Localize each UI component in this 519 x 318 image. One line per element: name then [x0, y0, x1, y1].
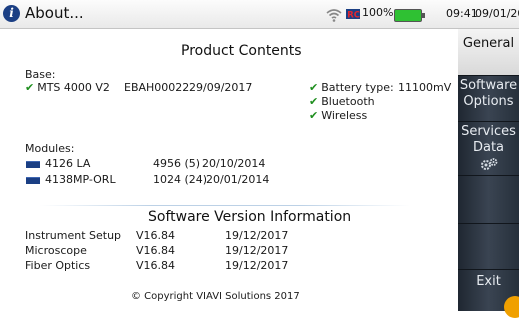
base-date: 29/09/2017	[189, 81, 253, 94]
services-data-label-line1: Services	[461, 124, 516, 139]
feature-wireless: ✔ Wireless	[309, 109, 368, 122]
section-divider	[40, 205, 410, 206]
software-date: 19/12/2017	[225, 259, 289, 272]
base-serial: EBAH00022	[124, 81, 190, 94]
empty-menu-slot	[458, 224, 519, 270]
feature-bluetooth: ✔ Bluetooth	[309, 95, 375, 108]
module-code: 1024 (24)	[153, 173, 208, 186]
software-name: Instrument Setup	[25, 229, 122, 242]
module-name: 4126 LA	[45, 157, 91, 170]
software-date: 19/12/2017	[225, 229, 289, 242]
exit-label: Exit	[476, 274, 501, 289]
clock-time: 09:41	[446, 7, 478, 20]
battery-icon	[394, 9, 425, 22]
software-options-label-line2: Options	[463, 94, 514, 109]
software-version-heading: Software Version Information	[148, 209, 352, 225]
software-version: V16.84	[136, 259, 176, 272]
svg-text:RC: RC	[347, 11, 360, 21]
product-contents-heading: Product Contents	[181, 43, 302, 59]
software-version: V16.84	[136, 229, 176, 242]
software-options-button[interactable]: Software Options	[458, 76, 519, 122]
module-icon	[26, 177, 40, 184]
exit-accent-icon	[504, 296, 519, 318]
software-name: Fiber Optics	[25, 259, 91, 272]
services-data-button[interactable]: Services Data	[458, 122, 519, 176]
general-button[interactable]: General	[458, 29, 519, 76]
gears-icon	[480, 158, 497, 170]
about-content: Product Contents Base: ✔ MTS 4000 V2 EBAH…	[0, 29, 458, 311]
title-bar: i About... RC 100% 09:41 09/01/2018	[0, 0, 519, 29]
modules-label: Modules:	[25, 142, 75, 155]
check-icon: ✔	[309, 109, 319, 122]
module-name: 4138MP-ORL	[45, 173, 116, 186]
battery-type-value: 11100mV	[398, 81, 452, 94]
software-version: V16.84	[136, 244, 176, 257]
side-menu: General Software Options Services Data E…	[458, 29, 519, 311]
software-options-label-line1: Software	[459, 78, 518, 93]
copyright-text: © Copyright VIAVI Solutions 2017	[131, 291, 300, 302]
check-icon: ✔	[309, 81, 319, 94]
info-icon: i	[3, 5, 20, 22]
module-date: 20/01/2014	[206, 173, 270, 186]
software-name: Microscope	[25, 244, 87, 257]
empty-menu-slot	[458, 176, 519, 224]
feature-battery-type: ✔ Battery type:	[309, 81, 394, 94]
base-model: ✔ MTS 4000 V2	[25, 81, 110, 94]
module-icon	[26, 161, 40, 168]
module-date: 20/10/2014	[202, 157, 266, 170]
check-icon: ✔	[25, 81, 35, 94]
window-title: About...	[25, 4, 84, 22]
battery-percent: 100%	[362, 6, 394, 19]
wifi-icon	[326, 9, 342, 22]
software-date: 19/12/2017	[225, 244, 289, 257]
clock-date: 09/01/2018	[475, 7, 519, 20]
module-code: 4956 (5)	[153, 157, 201, 170]
services-data-label-line2: Data	[472, 140, 505, 155]
remote-control-icon: RC	[346, 9, 360, 21]
general-label: General	[462, 36, 515, 51]
check-icon: ✔	[309, 95, 319, 108]
base-label: Base:	[25, 68, 56, 81]
